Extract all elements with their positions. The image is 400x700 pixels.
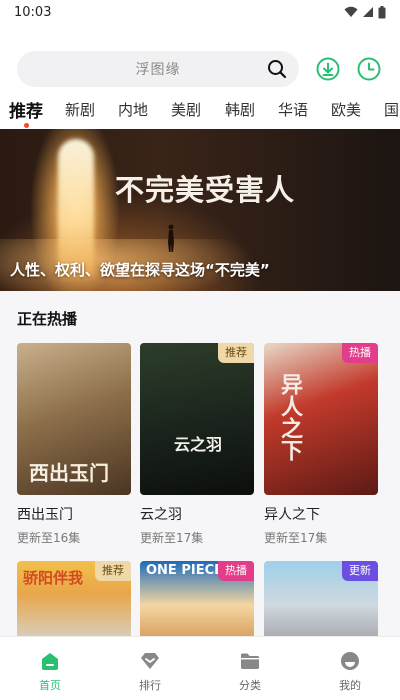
active-tab-indicator [24,123,29,128]
download-icon[interactable] [316,57,340,81]
status-bar: 10:03 [0,0,400,24]
video-episode-status: 更新至17集 [264,531,328,545]
poster-title-text: 骄阳伴我 [23,569,84,587]
search-placeholder: 浮图缘 [135,62,181,78]
video-poster[interactable]: 异人之下 热播 [264,343,378,495]
tab-us-dramas[interactable]: 美剧 [171,99,201,120]
featured-banner[interactable]: 不完美受害人 人性、权利、欲望在探寻这场“不完美” [0,129,400,291]
tab-western[interactable]: 欧美 [331,99,361,120]
video-poster[interactable]: 西出玉门 [17,343,131,495]
tab-domestic[interactable]: 国 [384,99,399,120]
category-folder-icon [241,653,259,669]
tab-recommend[interactable]: 推荐 [9,97,43,122]
nav-profile[interactable]: 我的 [300,637,400,700]
video-poster[interactable]: ONE PIECE 热播 [140,561,254,636]
tab-korean-dramas[interactable]: 韩剧 [225,99,255,120]
search-row: 浮图缘 [17,50,387,88]
banner-poster-title: 不完美受害人 [115,173,296,207]
video-episode-status: 更新至17集 [140,531,204,545]
tab-new-dramas[interactable]: 新剧 [65,99,95,120]
wifi-icon [344,6,358,17]
ranking-icon [141,653,159,669]
nav-label: 我的 [339,679,361,692]
nav-label: 排行 [139,679,161,692]
banner-figure-silhouette [168,224,174,252]
nav-category[interactable]: 分类 [200,637,300,700]
video-episode-status: 更新至16集 [17,531,81,545]
battery-icon [378,5,386,18]
poster-title-text: 异人之下 [277,373,303,461]
signal-icon [363,7,373,17]
section-title: 正在热播 [17,310,78,328]
banner-light-beam [58,139,94,279]
search-icon[interactable] [267,59,287,79]
tab-chinese[interactable]: 华语 [278,99,308,120]
poster-title-text: 西出玉门 [29,461,109,485]
hot-badge: 热播 [218,561,254,581]
video-poster[interactable]: 骄阳伴我 推荐 [17,561,131,636]
tab-mainland[interactable]: 内地 [118,99,148,120]
nav-ranking[interactable]: 排行 [100,637,200,700]
status-icons [344,5,386,19]
video-title: 异人之下 [264,507,320,523]
hot-section: 正在热播 西出玉门 西出玉门 更新至16集 云之羽 推荐 云之羽 更新至17集 … [0,291,400,636]
video-title: 云之羽 [140,507,182,523]
profile-icon [341,652,359,670]
category-tabs: 推荐 新剧 内地 美剧 韩剧 华语 欧美 国 [0,95,400,129]
nav-label: 首页 [39,679,61,692]
poster-title-text: 云之羽 [174,435,223,454]
hot-badge: 热播 [342,343,378,363]
history-clock-icon[interactable] [357,57,381,81]
poster-title-text: ONE PIECE [146,563,224,578]
nav-label: 分类 [239,679,261,692]
recommend-badge: 推荐 [95,561,131,581]
home-icon [42,653,58,670]
search-input[interactable]: 浮图缘 [17,51,299,87]
recommend-badge: 推荐 [218,343,254,363]
bottom-navigation: 首页 排行 分类 我的 [0,636,400,700]
video-poster[interactable]: 更新 [264,561,378,636]
status-time: 10:03 [14,4,52,20]
new-update-badge: 更新 [342,561,378,581]
nav-home[interactable]: 首页 [0,637,100,700]
video-title: 西出玉门 [17,507,73,523]
banner-caption: 人性、权利、欲望在探寻这场“不完美” [10,261,270,279]
video-poster[interactable]: 云之羽 推荐 [140,343,254,495]
